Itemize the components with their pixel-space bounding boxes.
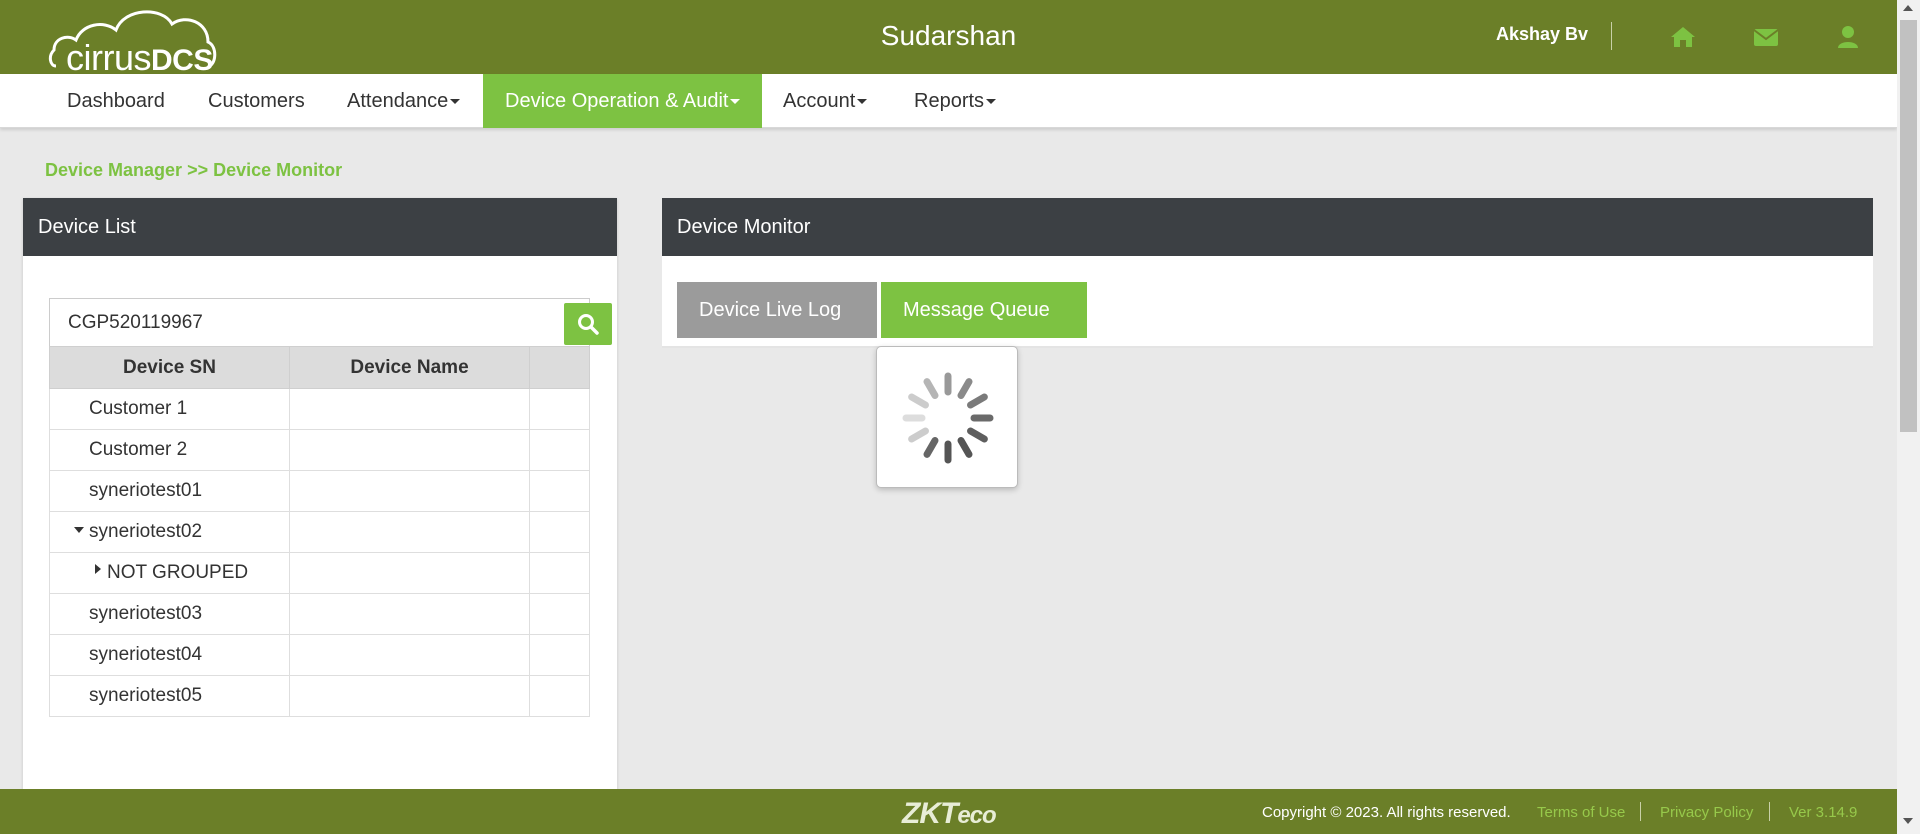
device-name-cell: [289, 511, 530, 553]
loading-spinner: [876, 346, 1018, 488]
header-divider: [1611, 22, 1612, 50]
tab-message-queue[interactable]: Message Queue: [881, 282, 1087, 338]
scroll-thumb[interactable]: [1900, 20, 1917, 432]
action-cell: [529, 511, 590, 553]
nav-device-operation-audit[interactable]: Device Operation & Audit: [483, 74, 763, 128]
column-header-actions: [529, 346, 590, 389]
device-sn-cell: syneriotest04: [49, 634, 290, 676]
device-name-cell: [289, 634, 530, 676]
device-monitor-panel: Device Monitor Device Live Log Message Q…: [662, 198, 1873, 350]
privacy-policy-link[interactable]: Privacy Policy: [1660, 804, 1753, 821]
breadcrumb: Device Manager >> Device Monitor: [45, 160, 343, 180]
page-scrollbar[interactable]: [1897, 0, 1920, 834]
version-text: Ver 3.14.9: [1789, 804, 1858, 821]
nav-customers[interactable]: Customers: [208, 74, 305, 128]
nav-label: Reports: [914, 90, 985, 112]
expand-caret-right-icon[interactable]: [95, 564, 101, 574]
action-cell: [529, 552, 590, 594]
device-sn-cell: Customer 1: [49, 388, 290, 430]
device-name-cell: [289, 388, 530, 430]
terms-of-use-link[interactable]: Terms of Use: [1537, 804, 1625, 821]
top-header: cirrusDCS Sudarshan Akshay Bv: [0, 0, 1897, 76]
nav-label: Account: [783, 90, 856, 112]
table-header-row: Device SN Device Name: [49, 346, 590, 389]
spinner-icon: [902, 372, 994, 464]
device-name-cell: [289, 552, 530, 594]
nav-label: Attendance: [347, 90, 449, 112]
footer-divider: [1769, 802, 1770, 821]
search-button[interactable]: [564, 303, 612, 345]
action-cell: [529, 675, 590, 717]
device-search-box: [49, 298, 612, 348]
caret-down-icon: [857, 99, 868, 105]
device-sn-cell: syneriotest05: [49, 675, 290, 717]
tab-device-live-log[interactable]: Device Live Log: [677, 282, 877, 338]
footer: ZKTeco Copyright © 2023. All rights rese…: [0, 789, 1897, 834]
caret-down-icon: [986, 99, 997, 105]
table-row[interactable]: Customer 2: [49, 429, 590, 471]
nav-dashboard[interactable]: Dashboard: [67, 74, 165, 128]
nav-label: Device Operation & Audit: [505, 90, 729, 112]
expand-caret-down-icon[interactable]: [74, 527, 84, 533]
device-sn-cell: syneriotest03: [49, 593, 290, 635]
app-title: Sudarshan: [880, 20, 1017, 51]
table-row[interactable]: syneriotest02: [49, 511, 590, 553]
device-name-cell: [289, 429, 530, 471]
main-nav: Dashboard Customers Attendance Device Op…: [0, 74, 1897, 128]
table-row[interactable]: syneriotest04: [49, 634, 590, 676]
device-sn-cell-child: NOT GROUPED: [49, 552, 290, 594]
nav-reports[interactable]: Reports: [914, 74, 997, 128]
nav-account[interactable]: Account: [783, 74, 868, 128]
caret-down-icon: [450, 99, 461, 105]
envelope-icon[interactable]: [1751, 22, 1781, 52]
device-name-cell: [289, 470, 530, 512]
nav-label: Customers: [208, 90, 305, 112]
nav-attendance[interactable]: Attendance: [347, 74, 461, 128]
device-sn-label: syneriotest02: [89, 521, 203, 542]
table-row[interactable]: syneriotest03: [49, 593, 590, 635]
table-row[interactable]: Customer 1: [49, 388, 590, 430]
device-sn-cell: Customer 2: [49, 429, 290, 471]
action-cell: [529, 429, 590, 471]
table-row[interactable]: syneriotest05: [49, 675, 590, 717]
scroll-down-arrow-icon[interactable]: [1903, 818, 1913, 824]
device-search-input[interactable]: [50, 299, 540, 347]
footer-divider: [1640, 802, 1641, 821]
device-monitor-tabs: Device Live Log Message Queue: [662, 256, 1873, 348]
device-list-title: Device List: [23, 198, 617, 256]
action-cell: [529, 634, 590, 676]
scroll-up-arrow-icon[interactable]: [1903, 5, 1913, 11]
table-row[interactable]: syneriotest01: [49, 470, 590, 512]
search-icon: [578, 314, 599, 335]
nav-label: Dashboard: [67, 90, 165, 112]
device-sn-cell: syneriotest01: [49, 470, 290, 512]
device-name-cell: [289, 593, 530, 635]
device-monitor-title: Device Monitor: [662, 198, 1873, 256]
brand-main: ZKT: [902, 797, 958, 830]
table-row[interactable]: NOT GROUPED: [49, 552, 590, 594]
brand-tail: eco: [957, 802, 996, 829]
user-name[interactable]: Akshay Bv: [1496, 24, 1588, 45]
zkteco-logo: ZKTeco: [902, 797, 997, 831]
action-cell: [529, 593, 590, 635]
column-header-device-sn[interactable]: Device SN: [49, 346, 290, 389]
action-cell: [529, 470, 590, 512]
column-header-device-name[interactable]: Device Name: [289, 346, 530, 389]
copyright-text: Copyright © 2023. All rights reserved.: [1262, 804, 1511, 821]
home-icon[interactable]: [1668, 22, 1698, 52]
device-sn-label: NOT GROUPED: [107, 562, 249, 583]
device-name-cell: [289, 675, 530, 717]
device-table: Device SN Device Name Customer 1 Custome…: [49, 346, 590, 717]
device-sn-cell-expanded: syneriotest02: [49, 511, 290, 553]
device-list-panel: Device List Device SN Device Name Custom…: [23, 198, 617, 818]
action-cell: [529, 388, 590, 430]
caret-down-icon: [730, 99, 741, 105]
user-icon[interactable]: [1833, 22, 1863, 52]
